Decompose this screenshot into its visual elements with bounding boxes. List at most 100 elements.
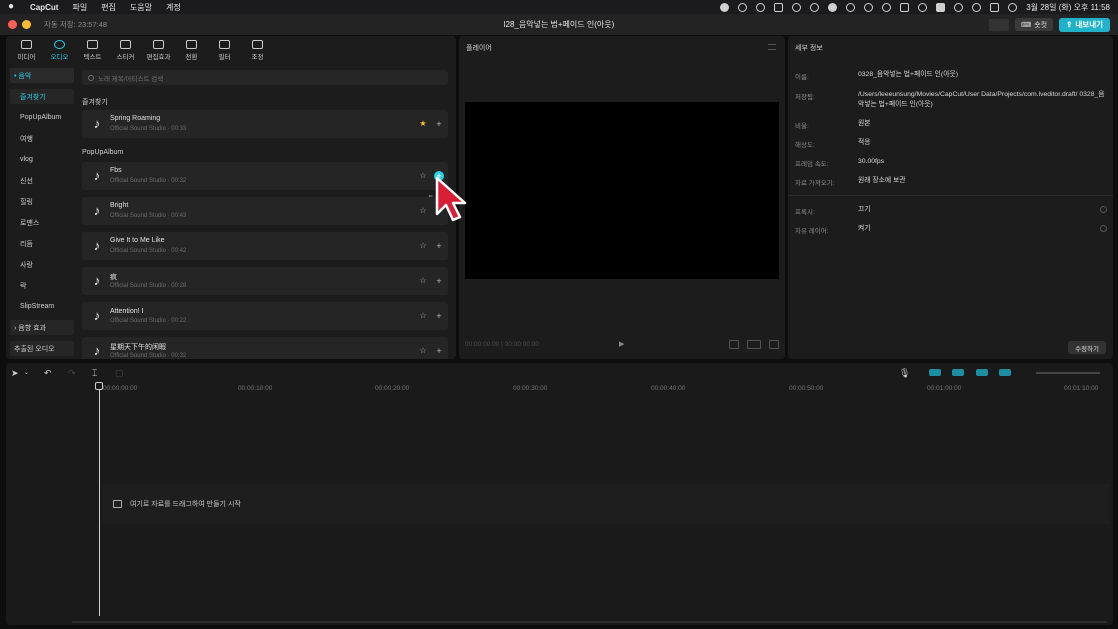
- favorite-star-icon[interactable]: ☆: [418, 346, 428, 356]
- category-item[interactable]: 힐링: [10, 194, 74, 209]
- select-cursor-icon[interactable]: ➤: [11, 368, 19, 378]
- info-icon[interactable]: [1100, 206, 1107, 213]
- redo-icon[interactable]: ↷: [68, 368, 76, 378]
- tab-effects[interactable]: 편집효과: [142, 38, 175, 62]
- battery-icon[interactable]: [936, 2, 946, 12]
- tab-filter[interactable]: 필터: [208, 38, 241, 62]
- category-extracted-audio[interactable]: 추출된 오디오: [10, 341, 74, 356]
- zoom-slider[interactable]: [1036, 372, 1100, 374]
- play-icon[interactable]: [864, 2, 874, 12]
- track-item[interactable]: ♪ Attention! Ⅰ Official Sound Studio · 0…: [82, 302, 448, 330]
- track-item[interactable]: ♪ 星期天下午的闲暇 Official Sound Studio · 00:32…: [82, 337, 448, 359]
- tab-transition[interactable]: 전환: [175, 38, 208, 62]
- category-sound-effects[interactable]: › 음향 효과: [10, 320, 74, 335]
- status-app-icon[interactable]: [828, 2, 838, 12]
- favorite-star-icon[interactable]: ☆: [418, 311, 428, 321]
- menu-icon[interactable]: [768, 44, 776, 50]
- preview-screen[interactable]: [465, 102, 779, 279]
- wifi-icon[interactable]: [954, 2, 964, 12]
- modify-button[interactable]: 수정하기: [1068, 341, 1106, 354]
- apple-icon[interactable]: ●: [8, 2, 18, 12]
- siri-icon[interactable]: [1008, 2, 1018, 12]
- category-item[interactable]: 로맨스: [10, 215, 74, 230]
- split-icon[interactable]: ⌶: [92, 368, 97, 378]
- keyboard-input-icon[interactable]: [900, 2, 910, 12]
- timeline-toolbar: ➤ ⌄ ↶ ↷ ⌶ ▢ 🎙: [6, 363, 1113, 383]
- favorite-star-icon[interactable]: ☆: [418, 171, 428, 181]
- favorite-star-icon[interactable]: ☆: [418, 206, 428, 216]
- chevron-down-icon[interactable]: ⌄: [24, 368, 29, 378]
- add-track-button[interactable]: +: [434, 346, 444, 356]
- fullscreen-icon[interactable]: [769, 340, 779, 349]
- add-track-button[interactable]: +: [434, 311, 444, 321]
- track-item[interactable]: ♪ Give It to Me Like Official Sound Stud…: [82, 232, 448, 260]
- category-item[interactable]: PopUpAlbum: [10, 110, 74, 125]
- menu-help[interactable]: 도움말: [130, 2, 152, 13]
- status-app-icon[interactable]: [738, 2, 748, 12]
- spotlight-search-icon[interactable]: [972, 2, 982, 12]
- play-button[interactable]: ▶: [619, 340, 624, 348]
- tab-sticker[interactable]: 스티커: [109, 38, 142, 62]
- microphone-icon[interactable]: 🎙: [899, 368, 910, 378]
- timeline-scrollbar[interactable]: [72, 621, 1107, 623]
- sticker-icon: [120, 39, 131, 49]
- add-track-button[interactable]: +: [434, 241, 444, 251]
- clock-icon[interactable]: [846, 2, 856, 12]
- shield-icon[interactable]: [774, 2, 784, 12]
- export-button[interactable]: ⇪ 내보내기: [1059, 17, 1110, 32]
- ratio-icon[interactable]: [747, 340, 761, 349]
- minimize-window-button[interactable]: [22, 20, 31, 29]
- timeline-drop-zone[interactable]: 여기로 자료를 드래그하여 만들기 시작: [103, 484, 1109, 524]
- favorite-star-icon[interactable]: ☆: [418, 276, 428, 286]
- undo-icon[interactable]: ↶: [44, 368, 52, 378]
- track-item[interactable]: ♪ Fbs Official Sound Studio · 00:32 ☆ +: [82, 162, 448, 190]
- control-center-icon[interactable]: [990, 2, 1000, 12]
- shortcut-button[interactable]: ⌨ 숏컷: [1015, 18, 1054, 31]
- category-item[interactable]: SlipStream: [10, 299, 74, 314]
- category-music-header[interactable]: • 음악: [10, 68, 74, 83]
- link-icon[interactable]: [952, 369, 964, 376]
- record-icon[interactable]: [720, 2, 730, 12]
- delete-icon[interactable]: ▢: [115, 368, 124, 378]
- text-icon: [87, 39, 98, 49]
- menu-account[interactable]: 계정: [166, 2, 181, 13]
- status-app-icon[interactable]: [792, 2, 802, 12]
- add-track-button[interactable]: +: [434, 119, 444, 129]
- category-item[interactable]: 사랑: [10, 257, 74, 272]
- favorite-star-icon[interactable]: ★: [418, 119, 428, 129]
- category-item[interactable]: 신선: [10, 173, 74, 188]
- favorite-star-icon[interactable]: ☆: [418, 241, 428, 251]
- tab-media[interactable]: 미디어: [10, 38, 43, 62]
- category-item[interactable]: 락: [10, 278, 74, 293]
- music-search-input[interactable]: 노래 제목/아티스트 검색: [82, 70, 448, 85]
- track-item[interactable]: ♪ 疯 Official Sound Studio · 00:28 ☆ +: [82, 267, 448, 295]
- volume-icon[interactable]: [882, 2, 892, 12]
- category-item[interactable]: vlog: [10, 152, 74, 167]
- menu-edit[interactable]: 편집: [101, 2, 116, 13]
- playhead[interactable]: [99, 385, 100, 616]
- close-window-button[interactable]: [8, 20, 17, 29]
- layout-toggle-button[interactable]: [989, 18, 1010, 31]
- magnet-icon[interactable]: [929, 369, 941, 376]
- bluetooth-icon[interactable]: [918, 2, 928, 12]
- track-item[interactable]: ♪ Bright Official Sound Studio · 00:43 ☆…: [82, 197, 448, 225]
- preview-axis-icon[interactable]: [976, 369, 988, 376]
- tab-adjust[interactable]: 조정: [241, 38, 274, 62]
- category-item[interactable]: 리듬: [10, 236, 74, 251]
- playhead-handle[interactable]: [95, 382, 103, 390]
- track-item[interactable]: ♪ Spring Roaming Official Sound Studio ·…: [82, 110, 448, 138]
- add-track-button[interactable]: +: [434, 276, 444, 286]
- menu-file[interactable]: 파일: [72, 2, 87, 13]
- info-icon[interactable]: [1100, 225, 1107, 232]
- menubar-clock[interactable]: 3월 28일 (화) 오후 11:58: [1026, 2, 1110, 13]
- menu-app[interactable]: CapCut: [30, 3, 58, 12]
- status-app-icon[interactable]: [810, 2, 820, 12]
- tab-audio[interactable]: 오디오: [43, 38, 76, 62]
- snap-icon[interactable]: [999, 369, 1011, 376]
- category-item[interactable]: 즐겨찾기: [10, 89, 74, 104]
- tab-text[interactable]: 텍스트: [76, 38, 109, 62]
- fit-screen-icon[interactable]: [729, 340, 739, 349]
- status-app-icon[interactable]: [756, 2, 766, 12]
- tab-label: 조정: [251, 53, 264, 61]
- category-item[interactable]: 여행: [10, 131, 74, 146]
